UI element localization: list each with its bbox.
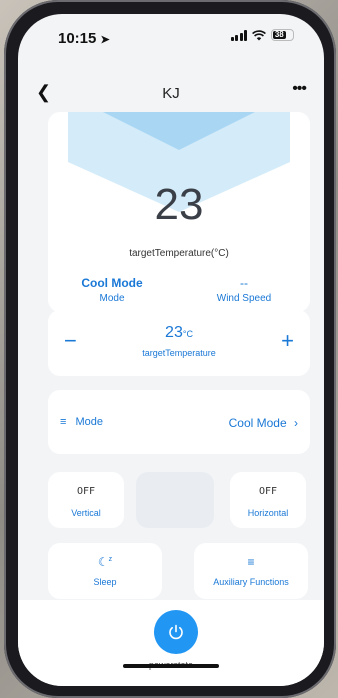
horizontal-swing-state: OFF [258,486,278,497]
current-target-temperature: 23 [154,180,204,229]
vertical-swing-label: Vertical [71,508,101,518]
power-icon [169,624,183,640]
empty-tile [136,472,214,528]
wind-speed-label: Wind Speed [216,293,272,304]
mode-row-value: Cool Mode [228,416,287,430]
temperature-card: 23 targetTemperature(°C) Cool Mode Mode … [48,112,310,312]
list-icon: ≡ [247,555,255,569]
sleep-label: Sleep [93,577,117,587]
increase-temperature-button[interactable]: + [281,328,294,354]
app-screen: 10:15 ➤ 38 ❮ KJ ••• 23 targetTemperature… [18,14,324,686]
status-time-text: 10:15 [58,30,97,47]
more-icon[interactable]: ••• [292,80,307,98]
mode-row-label: Mode [75,416,104,428]
target-temperature-label: targetTemperature(°C) [129,248,229,259]
mode-row[interactable]: ≡ Mode Cool Mode › [48,390,310,454]
device-title: KJ [162,85,180,102]
mode-row-right: Cool Mode › [229,416,298,430]
stepper-label: targetTemperature [142,348,216,358]
horizontal-swing-card[interactable]: OFF Horizontal [230,472,306,528]
vertical-swing-state: OFF [76,486,96,497]
status-time: 10:15 ➤ [58,30,110,47]
stepper-unit: °C [182,329,193,339]
mode-row-left: ≡ Mode [60,416,103,428]
chevron-right-icon: › [294,416,298,430]
power-button[interactable] [154,610,198,654]
vertical-swing-card[interactable]: OFF Vertical [48,472,124,528]
moon-icon: ☾z [97,555,113,569]
battery-level: 38 [273,30,286,39]
phone-frame: 10:15 ➤ 38 ❮ KJ ••• 23 targetTemperature… [4,0,336,698]
stepper-temperature-value: 23 [165,324,183,341]
auxiliary-functions-card[interactable]: ≡ Auxiliary Functions [194,543,308,599]
status-bar: 10:15 ➤ 38 [18,14,324,58]
mode-value: Cool Mode [81,276,143,290]
wifi-icon [252,29,266,40]
status-icons: 38 [230,29,294,41]
battery-icon: 38 [271,29,294,41]
mode-status: Cool Mode Mode [62,276,162,304]
wind-status: -- Wind Speed [194,276,294,304]
auxiliary-functions-label: Auxiliary Functions [213,577,289,587]
wind-speed-value: -- [240,276,248,290]
mode-label: Mode [99,293,125,304]
location-arrow-icon: ➤ [100,34,110,46]
sleep-card[interactable]: ☾z Sleep [48,543,162,599]
menu-icon: ≡ [60,416,67,428]
stepper-temperature: 23°C [48,324,310,342]
home-indicator[interactable] [123,664,219,668]
cellular-signal-icon [230,29,247,41]
horizontal-swing-label: Horizontal [247,508,289,518]
nav-bar: ❮ KJ ••• [18,78,324,110]
temperature-stepper: − 23°C targetTemperature + [48,310,310,376]
